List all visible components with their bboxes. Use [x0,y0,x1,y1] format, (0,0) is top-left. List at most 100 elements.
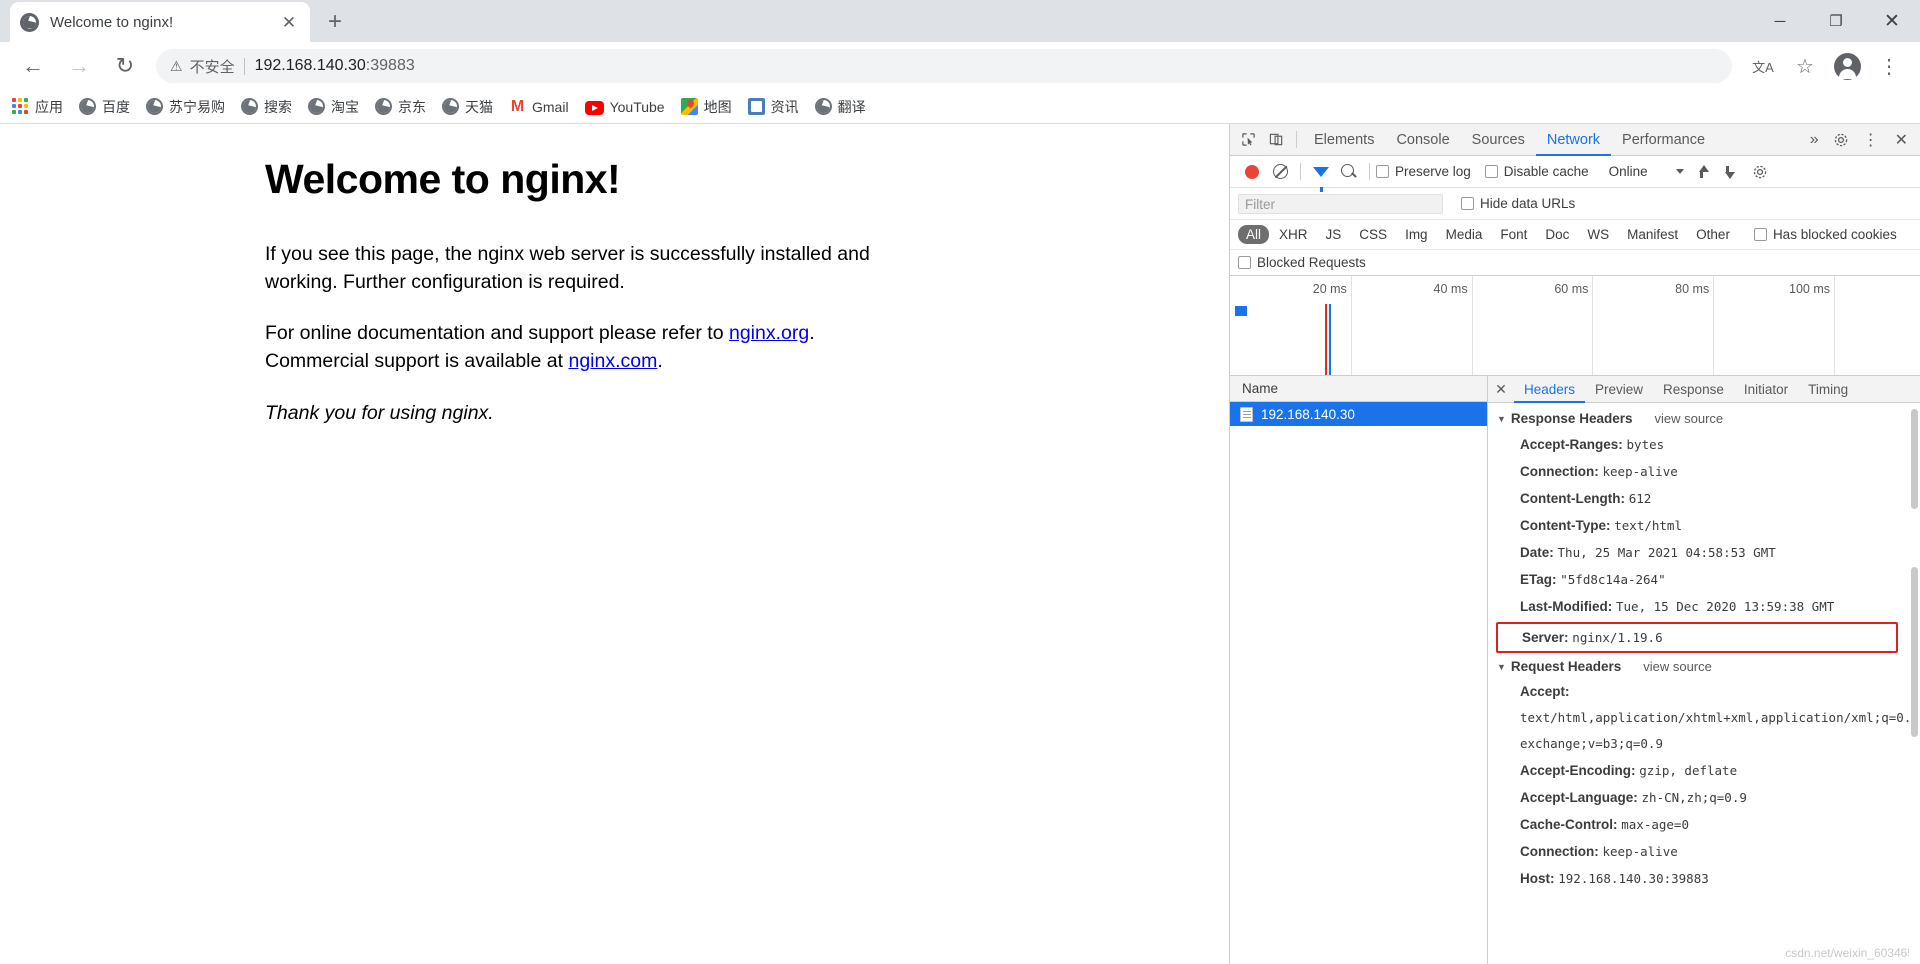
menu-icon[interactable]: ⋮ [1871,48,1907,84]
network-settings-gear-icon[interactable] [1746,159,1774,185]
gear-icon[interactable] [1827,127,1855,153]
bookmark-item[interactable]: 天猫 [442,97,493,117]
type-filter-other[interactable]: Other [1688,225,1738,244]
bookmark-item[interactable]: M Gmail [509,98,569,115]
device-toolbar-icon[interactable] [1262,127,1290,153]
tab-network[interactable]: Network [1536,124,1611,156]
type-filter-ws[interactable]: WS [1579,225,1617,244]
response-headers-section-title[interactable]: ▼ Response Headers view source [1488,411,1920,426]
tab-console[interactable]: Console [1385,124,1460,156]
browser-tab[interactable]: Welcome to nginx! ✕ [10,2,310,42]
type-filter-media[interactable]: Media [1438,225,1491,244]
bookmark-item[interactable]: 京东 [375,97,426,117]
bookmark-item[interactable]: 淘宝 [308,97,359,117]
record-icon[interactable] [1238,159,1266,185]
tab-elements[interactable]: Elements [1303,124,1385,156]
address-bar[interactable]: ⚠ 不安全 192.168.140.30:39883 [156,49,1732,83]
type-filter-img[interactable]: Img [1397,225,1436,244]
maximize-icon[interactable]: ❐ [1808,0,1864,42]
nginx-com-link[interactable]: nginx.com [568,350,657,372]
scrollbar-thumb-lower[interactable] [1911,567,1918,737]
nginx-org-link[interactable]: nginx.org [729,322,809,344]
detail-tab-timing[interactable]: Timing [1798,376,1858,403]
scrollbar[interactable] [1909,403,1920,964]
funnel-icon[interactable] [1307,159,1335,192]
type-filter-js[interactable]: JS [1318,225,1350,244]
forward-icon[interactable]: → [60,47,98,85]
overflow-icon[interactable]: » [1802,131,1827,149]
bookmark-item[interactable]: 翻译 [814,97,866,117]
export-har-icon[interactable] [1720,164,1736,180]
chevron-down-icon[interactable] [1675,169,1684,174]
filter-input[interactable]: Filter [1238,193,1443,214]
detail-tab-preview[interactable]: Preview [1585,376,1653,403]
detail-tab-headers[interactable]: Headers [1514,376,1585,403]
bookmark-item[interactable]: 百度 [79,97,130,117]
window-close-icon[interactable]: ✕ [1864,0,1920,42]
youtube-icon [584,100,604,115]
checkbox[interactable] [1753,228,1767,241]
close-icon[interactable]: ✕ [278,11,300,33]
type-filter-all[interactable]: All [1238,225,1270,244]
has-blocked-cookies-checkbox[interactable]: Has blocked cookies [1753,227,1911,242]
bookmark-item[interactable]: 苏宁易购 [146,97,225,117]
checkbox[interactable] [1376,165,1389,178]
tab-sources[interactable]: Sources [1461,124,1536,156]
scrollbar-thumb[interactable] [1911,409,1918,509]
timeline-tick-label: 80 ms [1675,282,1710,296]
inspect-element-icon[interactable] [1234,127,1262,153]
hide-data-urls-label: Hide data URLs [1480,196,1576,211]
bookmark-star-icon[interactable]: ☆ [1787,48,1823,84]
type-filter-doc[interactable]: Doc [1537,225,1577,244]
view-source-link[interactable]: view source [1643,659,1712,674]
translate-icon[interactable]: 文A [1745,48,1781,84]
bookmark-item[interactable]: 应用 [12,97,63,117]
divider [1296,131,1297,148]
header-key: Accept-Ranges: [1520,437,1627,452]
view-source-link[interactable]: view source [1654,411,1723,426]
type-filter-css[interactable]: CSS [1351,225,1395,244]
header-key: Accept: [1520,684,1570,699]
back-icon[interactable]: ← [14,47,52,85]
type-filter-font[interactable]: Font [1492,225,1535,244]
triangle-down-icon[interactable]: ▼ [1497,414,1506,424]
avatar[interactable] [1829,48,1865,84]
globe-icon [20,12,39,32]
close-detail-icon[interactable]: ✕ [1488,376,1514,403]
devtools-close-icon[interactable]: ✕ [1887,130,1916,150]
type-filter-manifest[interactable]: Manifest [1619,225,1686,244]
new-tab-button[interactable]: + [318,5,352,39]
detail-tab-initiator[interactable]: Initiator [1734,376,1798,403]
throttling-select[interactable]: Online [1609,164,1684,179]
hide-data-urls-checkbox[interactable]: Hide data URLs [1461,196,1589,211]
import-har-icon[interactable] [1694,164,1710,180]
bookmark-item[interactable]: 地图 [680,97,732,117]
table-row[interactable]: 192.168.140.30 [1230,402,1487,426]
disable-cache-checkbox[interactable]: Disable cache [1484,164,1603,179]
devtools-menu-icon[interactable]: ⋮ [1855,130,1887,150]
triangle-down-icon[interactable]: ▼ [1497,662,1506,672]
reload-icon[interactable]: ↻ [106,47,144,85]
blocked-requests-checkbox[interactable]: Blocked Requests [1238,255,1380,270]
minimize-icon[interactable]: ─ [1752,0,1808,42]
request-headers-section-title[interactable]: ▼ Request Headers view source [1488,659,1920,674]
clear-icon[interactable] [1266,159,1294,185]
checkbox[interactable] [1484,165,1498,178]
bookmark-item[interactable]: 搜索 [241,97,292,117]
search-icon[interactable] [1335,159,1363,185]
network-overview-timeline[interactable]: 20 ms 40 ms 60 ms 80 ms 100 ms [1230,276,1920,376]
disable-cache-label: Disable cache [1503,164,1589,179]
header-value: nginx/1.19.6 [1572,630,1663,645]
name-column-header[interactable]: Name [1230,376,1487,402]
divider [1300,163,1301,180]
preserve-log-checkbox[interactable]: Preserve log [1376,164,1485,179]
checkbox[interactable] [1461,197,1474,210]
type-filter-xhr[interactable]: XHR [1271,225,1316,244]
tab-title: Welcome to nginx! [50,13,174,31]
detail-tab-response[interactable]: Response [1653,376,1734,403]
bookmark-item[interactable]: YouTube [584,99,665,115]
tab-performance[interactable]: Performance [1611,124,1716,156]
bookmark-item[interactable]: 资讯 [747,97,799,117]
security-label[interactable]: 不安全 [190,56,235,77]
checkbox[interactable] [1238,256,1251,269]
